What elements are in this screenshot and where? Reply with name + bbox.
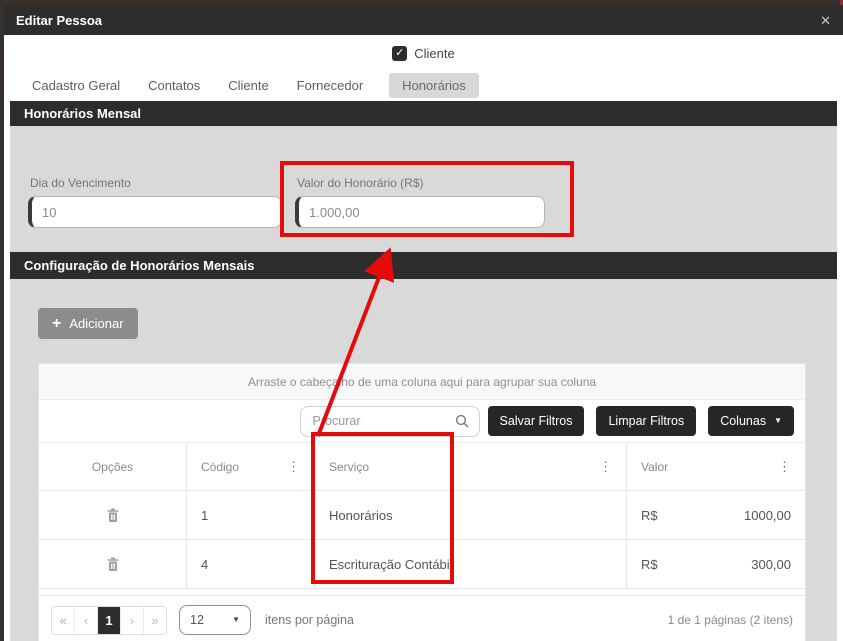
row-actions-cell <box>39 491 186 539</box>
dia-vencimento-input[interactable] <box>28 196 282 228</box>
items-per-page-label: itens por página <box>265 613 354 627</box>
servico-cell: Escrituração Contábil <box>314 540 626 588</box>
clear-filters-button[interactable]: Limpar Filtros <box>596 406 696 436</box>
plus-icon: + <box>52 316 61 332</box>
section-header-honorarios-mensal: Honorários Mensal <box>10 101 837 126</box>
valor-honorario-label: Valor do Honorário (R$) <box>297 176 545 190</box>
config-grid-area: + Adicionar Arraste o cabeçalho de uma c… <box>10 279 837 641</box>
group-by-drop-zone[interactable]: Arraste o cabeçalho de uma coluna aqui p… <box>39 364 805 400</box>
currency-label: R$ <box>641 508 658 523</box>
currency-label: R$ <box>641 557 658 572</box>
grid-toolbar: Salvar Filtros Limpar Filtros Colunas ▼ <box>39 400 805 443</box>
servico-cell: Honorários <box>314 491 626 539</box>
grid-footer: « ‹ 1 › » 12 ▼ itens por página 1 de 1 p… <box>39 595 805 641</box>
codigo-cell: 4 <box>186 540 314 588</box>
table-row: 4 Escrituração Contábil R$ 300,00 <box>39 540 805 589</box>
tab-fornecedor[interactable]: Fornecedor <box>295 73 365 98</box>
column-menu-icon[interactable]: ⋮ <box>599 459 612 475</box>
tab-honorarios[interactable]: Honorários <box>389 73 479 98</box>
monthly-fields-area: Dia do Vencimento Valor do Honorário (R$… <box>10 126 837 252</box>
pager: « ‹ 1 › » <box>51 606 167 635</box>
group-by-hint: Arraste o cabeçalho de uma coluna aqui p… <box>248 375 596 389</box>
search-input[interactable] <box>311 413 455 429</box>
column-header-valor[interactable]: Valor ⋮ <box>626 443 805 490</box>
prev-page-button[interactable]: ‹ <box>75 607 98 634</box>
page-size-select[interactable]: 12 ▼ <box>179 605 251 635</box>
column-header-servico[interactable]: Serviço ⋮ <box>314 443 626 490</box>
page-summary: 1 de 1 páginas (2 itens) <box>668 613 793 627</box>
chevron-down-icon: ▼ <box>774 417 782 425</box>
valor-honorario-input[interactable] <box>295 196 545 228</box>
first-page-button[interactable]: « <box>52 607 75 634</box>
tab-contatos[interactable]: Contatos <box>146 73 202 98</box>
page-background: Editar Pessoa ✕ ✓ Cliente Cadastro Geral… <box>0 0 843 641</box>
cliente-checkbox[interactable]: ✓ <box>392 46 407 61</box>
trash-icon[interactable] <box>106 557 120 572</box>
chevron-down-icon: ▼ <box>232 616 240 624</box>
valor-cell: R$ 300,00 <box>626 540 805 588</box>
dia-vencimento-field: Dia do Vencimento <box>28 176 282 252</box>
section-title: Honorários Mensal <box>24 106 141 121</box>
modal-title: Editar Pessoa <box>16 13 102 28</box>
search-icon <box>455 414 469 428</box>
add-button[interactable]: + Adicionar <box>38 308 138 339</box>
page-size-value: 12 <box>190 613 204 627</box>
columns-dropdown-button[interactable]: Colunas ▼ <box>708 406 794 436</box>
row-actions-cell <box>39 540 186 588</box>
table-header-row: Opções Código ⋮ Serviço ⋮ Valor ⋮ <box>39 443 805 491</box>
next-page-button[interactable]: › <box>121 607 144 634</box>
add-button-label: Adicionar <box>69 316 123 331</box>
column-header-codigo[interactable]: Código ⋮ <box>186 443 314 490</box>
trash-icon[interactable] <box>106 508 120 523</box>
modal-header: Editar Pessoa ✕ <box>4 5 843 35</box>
valor-cell: R$ 1000,00 <box>626 491 805 539</box>
services-grid: Arraste o cabeçalho de uma coluna aqui p… <box>38 363 806 641</box>
section-header-configuracao: Configuração de Honorários Mensais <box>10 252 837 279</box>
column-header-opcoes[interactable]: Opções <box>39 443 186 490</box>
tab-bar: Cadastro Geral Contatos Cliente Forneced… <box>30 72 843 98</box>
columns-button-label: Colunas <box>720 414 766 428</box>
valor-amount: 300,00 <box>751 557 791 572</box>
table-row: 1 Honorários R$ 1000,00 <box>39 491 805 540</box>
column-menu-icon[interactable]: ⋮ <box>778 459 791 475</box>
close-icon[interactable]: ✕ <box>820 14 831 27</box>
codigo-cell: 1 <box>186 491 314 539</box>
edit-person-modal: Editar Pessoa ✕ ✓ Cliente Cadastro Geral… <box>4 5 843 641</box>
tab-cadastro-geral[interactable]: Cadastro Geral <box>30 73 122 98</box>
search-box[interactable] <box>300 406 480 437</box>
last-page-button[interactable]: » <box>144 607 166 634</box>
current-page-button[interactable]: 1 <box>98 607 121 634</box>
tab-cliente[interactable]: Cliente <box>226 73 270 98</box>
column-menu-icon[interactable]: ⋮ <box>287 459 300 475</box>
valor-amount: 1000,00 <box>744 508 791 523</box>
cliente-checkbox-label: Cliente <box>414 46 454 61</box>
section-title: Configuração de Honorários Mensais <box>24 258 254 273</box>
dia-vencimento-label: Dia do Vencimento <box>30 176 282 190</box>
valor-honorario-field: Valor do Honorário (R$) <box>295 176 545 252</box>
save-filters-button[interactable]: Salvar Filtros <box>488 406 585 436</box>
cliente-checkbox-row: ✓ Cliente <box>4 44 843 62</box>
